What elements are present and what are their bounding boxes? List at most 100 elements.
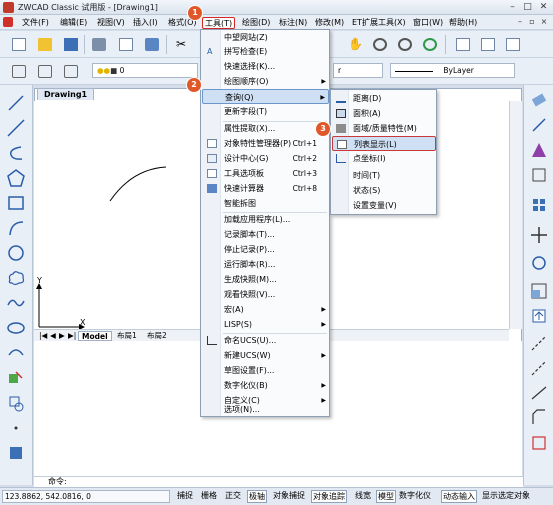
line-icon[interactable] <box>6 93 26 113</box>
properties-icon[interactable] <box>454 36 472 53</box>
menu-file[interactable]: 文件(F) <box>22 17 49 29</box>
menu-draw-order[interactable]: 绘图顺序(O) ▶ <box>202 74 329 89</box>
mirror-icon[interactable] <box>529 140 549 160</box>
status-otrack[interactable]: 对象追踪 <box>311 490 347 503</box>
submenu-area[interactable]: 面积(A) <box>332 106 436 121</box>
menu-drafting-settings[interactable]: 草图设置(F)... <box>202 363 329 378</box>
menu-et-tools[interactable]: ET扩展工具(X) <box>352 17 406 29</box>
publish-icon[interactable] <box>143 36 161 53</box>
zoom-previous-icon[interactable] <box>421 36 439 53</box>
circle-icon[interactable] <box>6 243 26 263</box>
menu-run-script[interactable]: 运行脚本(R)... <box>202 257 329 272</box>
xline-icon[interactable] <box>6 118 26 138</box>
maximize-icon[interactable]: □ <box>521 1 534 13</box>
tool-palette-icon[interactable] <box>504 36 522 53</box>
revcloud-icon[interactable] <box>6 268 26 288</box>
menu-quick-calc[interactable]: 快速计算器 Ctrl+8 <box>202 181 329 196</box>
status-snap[interactable]: 捕捉 <box>177 490 193 503</box>
extend-icon[interactable] <box>529 358 549 378</box>
menu-named-ucs[interactable]: 命名UCS(U)... <box>202 333 329 348</box>
menu-insert[interactable]: 插入(I) <box>133 17 158 29</box>
menu-lisp[interactable]: LISP(S) ▶ <box>202 317 329 332</box>
submenu-massprop[interactable]: 面域/质量特性(M) <box>332 121 436 136</box>
menu-tool-palettes[interactable]: 工具选项板 Ctrl+3 <box>202 166 329 181</box>
status-dynamic-input[interactable]: 动态输入 <box>441 490 477 503</box>
layer-manager-icon[interactable] <box>10 63 28 80</box>
menu-view[interactable]: 视图(V) <box>97 17 125 29</box>
submenu-distance[interactable]: 距离(D) <box>332 91 436 106</box>
submenu-time[interactable]: 时间(T) <box>332 168 436 183</box>
close-icon[interactable]: ✕ <box>537 1 550 13</box>
new-file-icon[interactable] <box>10 36 28 53</box>
document-tab[interactable]: Drawing1 <box>37 88 95 100</box>
menu-options[interactable]: 选项(N)... <box>202 403 329 417</box>
command-line[interactable]: 命令: <box>34 476 523 487</box>
submenu-list[interactable]: 列表显示(L) <box>332 136 436 151</box>
rotate-icon[interactable] <box>529 253 549 273</box>
status-lineweight[interactable]: 线宽 <box>355 490 371 503</box>
menu-load-application[interactable]: 加载应用程序(L)... <box>202 212 329 227</box>
menu-edit[interactable]: 编辑(E) <box>60 17 87 29</box>
polygon-icon[interactable] <box>6 168 26 188</box>
menu-new-ucs[interactable]: 新建UCS(W) ▶ <box>202 348 329 363</box>
doc-close-icon[interactable]: × <box>539 17 549 28</box>
lineweight-dropdown[interactable]: ByLayer <box>390 63 515 78</box>
pan-hand-icon[interactable]: ✋ <box>346 36 364 53</box>
array-icon[interactable] <box>529 195 549 215</box>
scale-icon[interactable] <box>529 281 549 301</box>
tab-layout1[interactable]: 布局1 <box>114 331 140 341</box>
open-folder-icon[interactable] <box>36 36 54 53</box>
menu-dimension[interactable]: 标注(N) <box>279 17 307 29</box>
layer-previous-icon[interactable] <box>62 63 80 80</box>
status-model[interactable]: 模型 <box>376 490 396 503</box>
menu-macro[interactable]: 宏(A) ▶ <box>202 302 329 317</box>
status-ortho[interactable]: 正交 <box>225 490 241 503</box>
ellipse-arc-icon[interactable] <box>6 343 26 363</box>
cut-icon[interactable]: ✂ <box>172 36 190 53</box>
zoom-window-icon[interactable] <box>396 36 414 53</box>
move-icon[interactable] <box>529 225 549 245</box>
menu-spell-check[interactable]: A 拼写检查(E) <box>202 44 329 59</box>
menu-update-fields[interactable]: 更新字段(T) <box>202 104 329 119</box>
ellipse-icon[interactable] <box>6 318 26 338</box>
fillet-icon[interactable] <box>529 433 549 453</box>
menu-stop-recording[interactable]: 停止记录(P)... <box>202 242 329 257</box>
insert-block-icon[interactable] <box>6 368 26 388</box>
offset-icon[interactable] <box>529 165 549 185</box>
save-icon[interactable] <box>62 36 80 53</box>
make-block-icon[interactable] <box>6 393 26 413</box>
doc-minimize-icon[interactable]: – <box>515 17 525 28</box>
copy-icon[interactable] <box>529 115 549 135</box>
arc-icon[interactable] <box>6 218 26 238</box>
print-preview-icon[interactable] <box>117 36 135 53</box>
status-digitizer[interactable]: 数字化仪 <box>399 490 431 503</box>
polyline-icon[interactable] <box>6 143 26 163</box>
menu-draw[interactable]: 绘图(D) <box>242 17 270 29</box>
zoom-realtime-icon[interactable] <box>371 36 389 53</box>
doc-restore-icon[interactable]: ▫ <box>527 17 537 28</box>
tab-model[interactable]: Model <box>78 331 112 341</box>
menu-website[interactable]: 中望网站(Z) <box>202 30 329 45</box>
menu-view-slide[interactable]: 观看快照(V)... <box>202 287 329 302</box>
hatch-icon[interactable] <box>6 443 26 463</box>
menu-smart-split[interactable]: 智能拆图 <box>202 196 329 211</box>
spline-icon[interactable] <box>6 293 26 313</box>
menu-attribute-extract[interactable]: 属性提取(X)... <box>202 121 329 136</box>
layer-dropdown[interactable]: ●●■ 0 <box>92 63 198 78</box>
status-show-selection[interactable]: 显示选定对象 <box>482 490 552 503</box>
trim-icon[interactable] <box>529 333 549 353</box>
status-osnap[interactable]: 对象捕捉 <box>273 490 305 503</box>
menu-digitizer[interactable]: 数字化仪(B) ▶ <box>202 378 329 393</box>
menu-window[interactable]: 窗口(W) <box>413 17 443 29</box>
tab-layout2[interactable]: 布局2 <box>144 331 170 341</box>
vertical-scrollbar[interactable] <box>509 101 522 329</box>
menu-help[interactable]: 帮助(H) <box>449 17 477 29</box>
design-center-icon[interactable] <box>479 36 497 53</box>
menu-query[interactable]: 查询(Q) ▶ <box>202 89 329 104</box>
status-grid[interactable]: 栅格 <box>201 490 217 503</box>
linetype-dropdown[interactable]: r <box>333 63 383 78</box>
point-icon[interactable] <box>6 418 26 438</box>
rectangle-icon[interactable] <box>6 193 26 213</box>
erase-icon[interactable] <box>529 90 549 110</box>
chamfer-icon[interactable] <box>529 408 549 428</box>
